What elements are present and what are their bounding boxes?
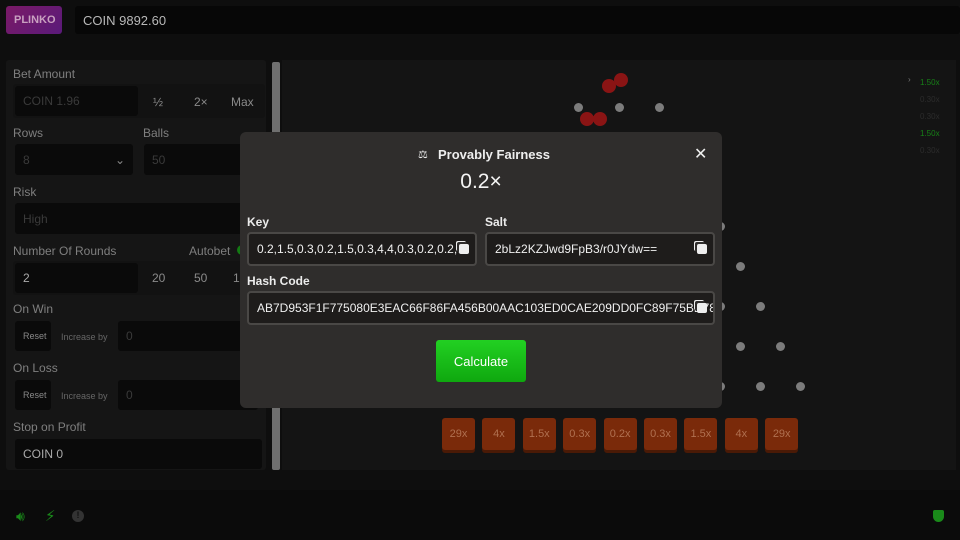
peg: [655, 103, 664, 112]
ball: [593, 112, 607, 126]
multiplier-bucket: 0.2x: [603, 418, 637, 450]
history-item: 1.50x: [920, 78, 940, 87]
history-list: 1.50x 0.30x 0.30x 1.50x 0.30x: [920, 74, 940, 159]
multiplier-bucket: 1.5x: [522, 418, 556, 450]
multiplier-bucket: 29x: [442, 418, 475, 450]
rounds-50-button[interactable]: 50: [194, 271, 207, 285]
bet-amount-input[interactable]: COIN 1.96: [15, 86, 138, 116]
chevron-down-icon: ⌄: [114, 152, 125, 167]
balls-input[interactable]: 50: [144, 144, 254, 175]
risk-select[interactable]: High: [15, 203, 255, 234]
history-item: 0.30x: [920, 95, 940, 104]
on-win-input[interactable]: 0: [118, 321, 258, 351]
peg: [776, 342, 785, 351]
max-button[interactable]: Max: [231, 95, 254, 109]
plinko-logo: PLINKO: [6, 6, 62, 34]
peg: [736, 262, 745, 271]
multiplier-bucket: 0.3x: [563, 418, 597, 450]
multiplier-bucket: 4x: [724, 418, 758, 450]
info-icon[interactable]: !: [72, 510, 84, 522]
on-loss-input[interactable]: 0: [118, 380, 258, 410]
peg: [756, 382, 765, 391]
key-label: Key: [247, 215, 270, 229]
result-multiplier: 0.2×: [460, 170, 502, 193]
stop-profit-input[interactable]: COIN 0: [15, 439, 262, 469]
modal-title: Provably Fairness: [438, 147, 550, 162]
history-item: 1.50x: [920, 129, 940, 138]
stop-profit-label: Stop on Profit: [13, 420, 86, 434]
key-field[interactable]: 0.2,1.5,0.3,0.2,1.5,0.3,4,4,0.3,0.2,0.2,…: [247, 232, 477, 266]
ball: [580, 112, 594, 126]
multiplier-bucket: 29x: [765, 418, 799, 450]
on-win-label: On Win: [13, 302, 54, 316]
peg: [574, 103, 583, 112]
scale-icon: ⚖︎: [418, 149, 428, 161]
bet-amount-label: Bet Amount: [13, 67, 76, 81]
lightning-icon[interactable]: ⚡︎: [45, 507, 56, 525]
chevron-right-icon: ›: [908, 75, 911, 84]
rows-label: Rows: [13, 126, 44, 140]
risk-label: Risk: [13, 185, 37, 199]
peg: [615, 103, 624, 112]
multiplier-bucket: 0.3x: [644, 418, 677, 450]
autobet-label: Autobet: [189, 244, 231, 258]
on-loss-reset-button[interactable]: Reset: [15, 380, 51, 410]
on-win-reset-button[interactable]: Reset: [15, 321, 51, 351]
rounds-label: Number Of Rounds: [13, 244, 117, 258]
salt-label: Salt: [485, 215, 508, 229]
multiplier-bucket: 1.5x: [684, 418, 718, 450]
multiplier-bucket: 4x: [482, 418, 516, 450]
double-button[interactable]: 2×: [194, 95, 208, 109]
on-win-increase-label: Increase by: [61, 332, 108, 342]
rounds-input[interactable]: 2: [15, 263, 138, 293]
balls-label: Balls: [143, 126, 170, 140]
rounds-20-button[interactable]: 20: [152, 271, 165, 285]
footer: [0, 490, 960, 540]
shield-icon[interactable]: [933, 510, 944, 522]
on-loss-label: On Loss: [13, 361, 58, 375]
copy-icon[interactable]: [459, 244, 469, 254]
history-item: 0.30x: [920, 112, 940, 121]
copy-icon[interactable]: [697, 303, 707, 313]
peg: [796, 382, 805, 391]
copy-icon[interactable]: [697, 244, 707, 254]
salt-field[interactable]: 2bLz2KZJwd9FpB3/r0JYdw==: [485, 232, 715, 266]
calculate-button[interactable]: Calculate: [436, 340, 526, 382]
close-icon[interactable]: ✕: [694, 144, 707, 164]
on-loss-increase-label: Increase by: [61, 391, 108, 401]
half-button[interactable]: ½: [153, 95, 163, 109]
peg: [756, 302, 765, 311]
hash-label: Hash Code: [247, 274, 310, 288]
rows-select[interactable]: 8 ⌄: [15, 144, 133, 175]
ball: [614, 73, 628, 87]
hash-field[interactable]: AB7D953F1F775080E3EAC66F86FA456B00AAC103…: [247, 291, 715, 325]
history-item: 0.30x: [920, 146, 940, 155]
provably-fair-modal: ⚖︎ Provably Fairness ✕ 0.2× Key 0.2,1.5,…: [240, 132, 722, 408]
sound-icon[interactable]: 🔊︎: [16, 508, 25, 525]
peg: [736, 342, 745, 351]
balance-display: COIN 9892.60: [75, 6, 960, 34]
